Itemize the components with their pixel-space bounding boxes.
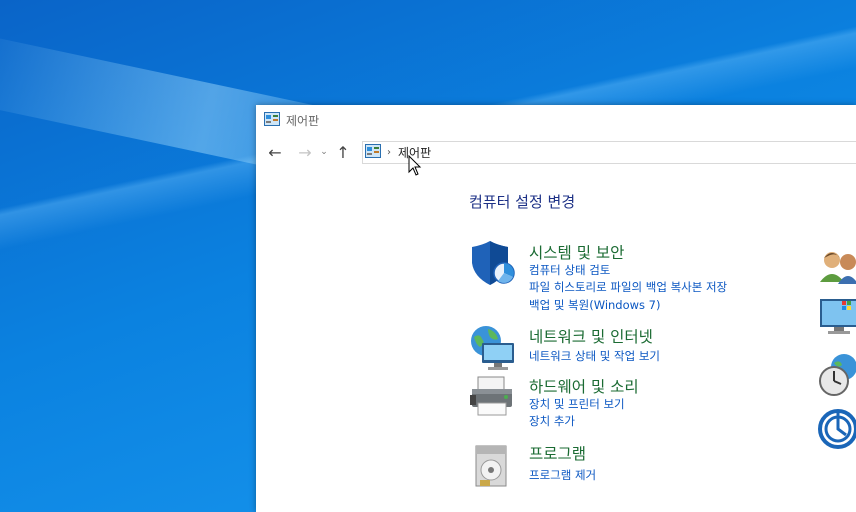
title-bar[interactable]: 제어판 — [256, 105, 856, 135]
network-globe-icon[interactable] — [468, 325, 518, 373]
address-bar[interactable]: › 제어판 — [362, 141, 856, 164]
link-backup-restore[interactable]: 백업 및 복원(Windows 7) — [529, 297, 661, 313]
printer-icon[interactable] — [468, 375, 518, 423]
category-title-system-security[interactable]: 시스템 및 보안 — [529, 241, 624, 263]
ease-of-access-icon[interactable] — [818, 407, 856, 451]
link-devices-printers[interactable]: 장치 및 프린터 보기 — [529, 396, 625, 412]
forward-arrow-icon[interactable]: → — [294, 141, 316, 163]
link-file-history-backup[interactable]: 파일 히스토리로 파일의 백업 복사본 저장 — [529, 279, 727, 295]
address-control-panel-icon — [365, 143, 381, 162]
recent-locations-chevron-icon[interactable]: ⌄ — [316, 141, 332, 163]
navigation-bar: ← → ⌄ ↑ › 제어판 — [256, 138, 856, 166]
link-network-status-tasks[interactable]: 네트워크 상태 및 작업 보기 — [529, 348, 660, 364]
breadcrumb-separator-icon[interactable]: › — [387, 147, 391, 158]
page-heading: 컴퓨터 설정 변경 — [469, 193, 576, 211]
control-panel-window: 제어판 ← → ⌄ ↑ › 제어판 컴퓨터 설정 변경 시스템 및 보안 컴퓨터… — [256, 105, 856, 512]
link-review-computer-status[interactable]: 컴퓨터 상태 검토 — [529, 262, 610, 278]
programs-box-icon[interactable] — [468, 442, 518, 490]
control-panel-app-icon — [264, 111, 280, 130]
window-title: 제어판 — [286, 113, 320, 128]
user-accounts-icon[interactable] — [818, 248, 856, 286]
category-title-network-internet[interactable]: 네트워크 및 인터넷 — [529, 325, 653, 347]
security-shield-icon[interactable] — [468, 241, 518, 289]
up-arrow-icon[interactable]: ↑ — [332, 141, 354, 163]
back-arrow-icon[interactable]: ← — [264, 141, 286, 163]
appearance-monitor-icon[interactable] — [818, 295, 856, 337]
clock-region-icon[interactable] — [818, 353, 856, 397]
category-title-hardware-sound[interactable]: 하드웨어 및 소리 — [529, 375, 639, 397]
link-uninstall-program[interactable]: 프로그램 제거 — [529, 467, 596, 483]
link-add-device[interactable]: 장치 추가 — [529, 413, 575, 429]
mouse-cursor-icon — [408, 155, 422, 176]
category-title-programs[interactable]: 프로그램 — [529, 442, 586, 464]
